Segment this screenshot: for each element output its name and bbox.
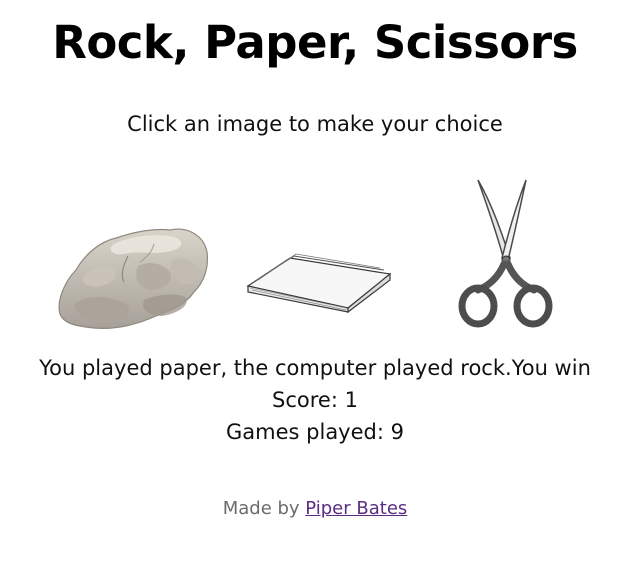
scissors-choice-button[interactable] <box>458 178 554 330</box>
footer: Made by Piper Bates <box>0 498 630 519</box>
author-link[interactable]: Piper Bates <box>305 498 407 519</box>
choice-images <box>0 176 630 336</box>
games-played-text: Games played: 9 <box>226 420 404 444</box>
rock-icon <box>58 228 209 329</box>
result-panel: You played paper, the computer played ro… <box>0 352 630 448</box>
result-message: You played paper, the computer played ro… <box>39 356 591 380</box>
instructions-text: Click an image to make your choice <box>127 112 503 136</box>
paper-stack-icon <box>246 253 392 314</box>
page-title: Rock, Paper, Scissors <box>52 16 578 69</box>
page: Rock, Paper, Scissors Click an image to … <box>0 0 630 583</box>
score-text: Score: 1 <box>272 388 358 412</box>
paper-choice-button[interactable] <box>244 252 394 314</box>
scissors-icon <box>458 179 553 328</box>
rock-choice-button[interactable] <box>54 220 210 336</box>
footer-prefix: Made by <box>222 498 306 519</box>
